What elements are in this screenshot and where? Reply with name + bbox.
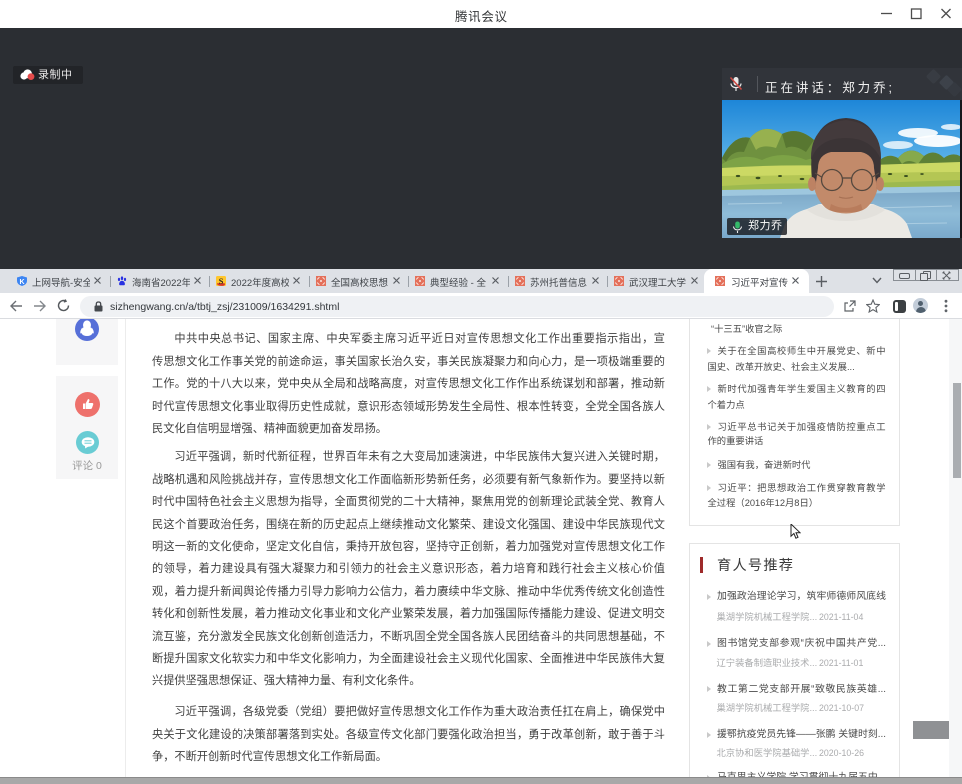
svg-text:K: K: [19, 279, 24, 286]
svg-text:S: S: [219, 277, 224, 286]
